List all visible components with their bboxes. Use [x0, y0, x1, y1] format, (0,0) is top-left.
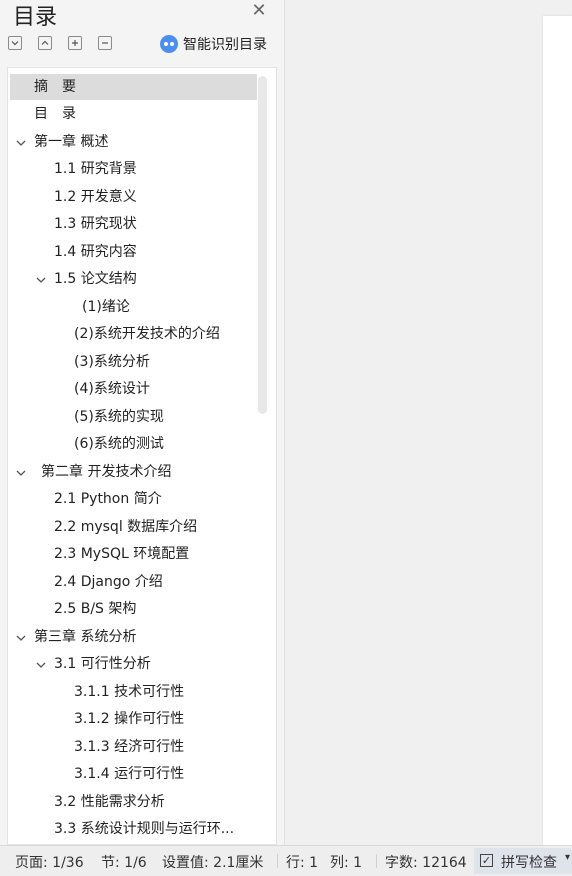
toc-item-1-5-3[interactable]: (3)系统分析 [10, 349, 257, 375]
divider [376, 854, 377, 868]
chevron-down-icon[interactable] [36, 660, 46, 670]
status-bar: 页面: 1/36 节: 1/6 设置值: 2.1厘米 行: 1 列: 1 字数:… [0, 845, 572, 876]
toc-item-1-5-4[interactable]: (4)系统设计 [10, 376, 257, 402]
pane-title: 目录 [13, 5, 58, 30]
spell-check-label: 拼写检查 [501, 855, 557, 871]
toc-item-2-2[interactable]: 2.2 mysql 数据库介绍 [10, 514, 257, 540]
collapse-all-icon[interactable] [8, 36, 22, 50]
row-indicator: 行: 1 [286, 855, 319, 871]
toc-item-2-1[interactable]: 2.1 Python 简介 [10, 486, 257, 512]
toc-item-3-1-1[interactable]: 3.1.1 技术可行性 [10, 679, 257, 705]
toc-item-chapter-2[interactable]: 第二章 开发技术介绍 [10, 459, 257, 485]
chevron-up-icon[interactable] [38, 36, 52, 50]
close-icon[interactable]: ✕ [249, 1, 269, 21]
ai-assistant-icon [160, 35, 178, 53]
toc-item-1-2[interactable]: 1.2 开发意义 [10, 184, 257, 210]
chevron-down-icon[interactable] [16, 468, 26, 478]
toc-item-3-1-3[interactable]: 3.1.3 经济可行性 [10, 734, 257, 760]
document-page[interactable] [543, 16, 572, 845]
checkbox-icon: ✓ [480, 854, 493, 867]
toc-item-chapter-3[interactable]: 第三章 系统分析 [10, 624, 257, 650]
plus-icon[interactable] [68, 36, 82, 50]
smart-toc-label: 智能识别目录 [183, 37, 267, 53]
toc-item-contents[interactable]: 目 录 [10, 101, 257, 127]
column-indicator: 列: 1 [330, 855, 363, 871]
toc-item-1-4[interactable]: 1.4 研究内容 [10, 239, 257, 265]
toc-item-3-2[interactable]: 3.2 性能需求分析 [10, 789, 257, 815]
toc-tree: 摘 要 目 录 第一章 概述 1.1 研究背景 1.2 开发意义 1.3 研究现… [7, 67, 277, 845]
toc-item-2-3[interactable]: 2.3 MySQL 环境配置 [10, 541, 257, 567]
toc-item-3-1[interactable]: 3.1 可行性分析 [10, 651, 257, 677]
document-area [285, 0, 572, 845]
smart-toc-button[interactable]: 智能识别目录 [160, 34, 267, 54]
toc-item-1-5-2[interactable]: (2)系统开发技术的介绍 [10, 321, 257, 347]
chevron-down-icon[interactable] [36, 275, 46, 285]
toc-item-1-5-1[interactable]: (1)绪论 [10, 294, 257, 320]
toc-item-3-1-4[interactable]: 3.1.4 运行可行性 [10, 761, 257, 787]
divider [277, 854, 278, 868]
toc-item-abstract[interactable]: 摘 要 [10, 74, 257, 100]
spell-check-button[interactable]: ✓ 拼写检查 ▾ [474, 848, 572, 874]
toc-item-2-5[interactable]: 2.5 B/S 架构 [10, 596, 257, 622]
toc-item-1-5-5[interactable]: (5)系统的实现 [10, 404, 257, 430]
toc-item-1-5[interactable]: 1.5 论文结构 [10, 266, 257, 292]
toc-item-chapter-1[interactable]: 第一章 概述 [10, 129, 257, 155]
toc-item-1-5-6[interactable]: (6)系统的测试 [10, 431, 257, 457]
page-indicator[interactable]: 页面: 1/36 [15, 852, 84, 872]
toc-item-3-3[interactable]: 3.3 系统设计规则与运行环... [10, 816, 257, 842]
toc-pane: 目录 ✕ 智能识别目录 摘 要 目 录 第一章 概述 1.1 研究背景 1.2 … [0, 0, 285, 845]
minus-icon[interactable] [98, 36, 112, 50]
chevron-down-icon[interactable] [16, 633, 26, 643]
chevron-down-icon[interactable] [16, 138, 26, 148]
toc-item-1-3[interactable]: 1.3 研究现状 [10, 211, 257, 237]
section-indicator: 节: 1/6 [101, 855, 147, 871]
toc-item-2-4[interactable]: 2.4 Django 介绍 [10, 569, 257, 595]
toc-item-1-1[interactable]: 1.1 研究背景 [10, 156, 257, 182]
chevron-down-icon[interactable]: ▾ [565, 852, 570, 863]
setting-indicator: 设置值: 2.1厘米 [162, 855, 264, 871]
toc-item-3-1-2[interactable]: 3.1.2 操作可行性 [10, 706, 257, 732]
scrollbar[interactable] [258, 76, 267, 414]
word-count[interactable]: 字数: 12164 [385, 852, 467, 872]
